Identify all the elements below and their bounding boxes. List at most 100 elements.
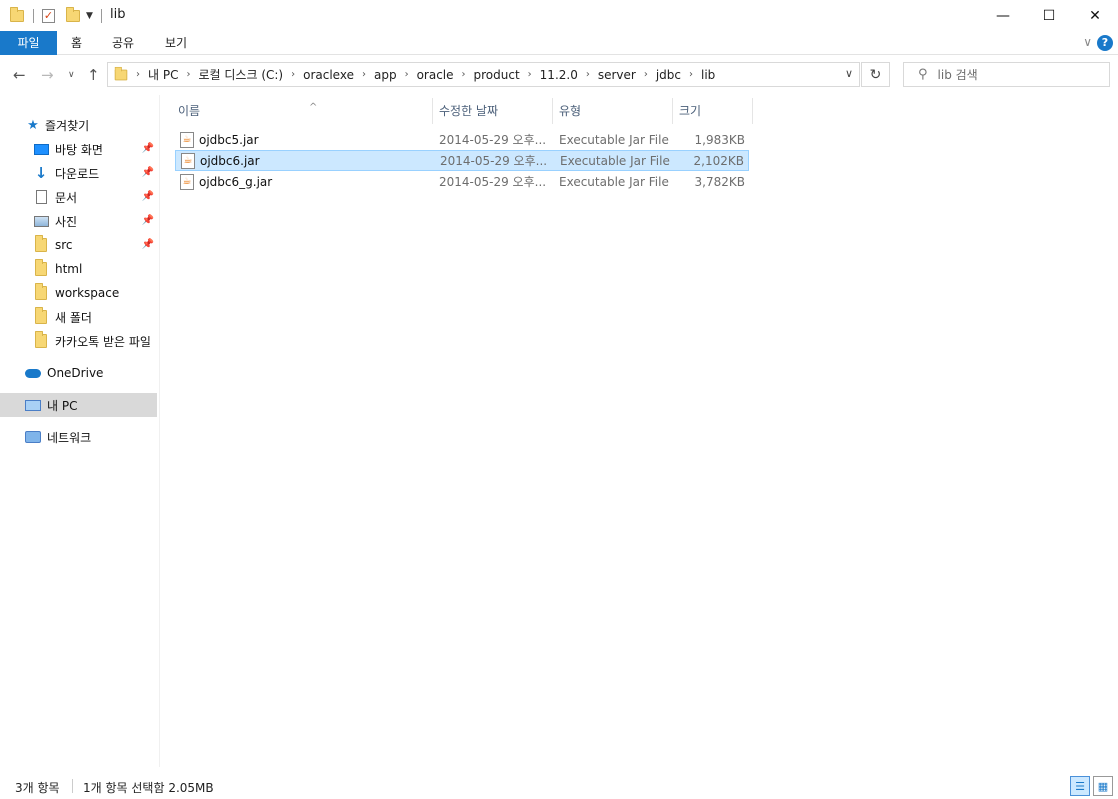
breadcrumb-separator[interactable]: ›	[291, 69, 295, 80]
forward-arrow-icon[interactable]: →	[41, 66, 54, 84]
search-input[interactable]	[937, 67, 1098, 82]
file-name: ojdbc5.jar	[199, 132, 259, 147]
column-header-label: 수정한 날짜	[439, 104, 499, 118]
breadcrumb-server[interactable]: server	[598, 68, 636, 82]
back-arrow-icon[interactable]: ←	[13, 66, 26, 84]
sidebar-item-label: 문서	[55, 190, 78, 205]
folder-icon	[33, 259, 49, 276]
sidebar-item-label: 바탕 화면	[55, 142, 103, 157]
breadcrumb-jdbc[interactable]: jdbc	[656, 68, 681, 82]
ribbon-expand-icon[interactable]: ∨	[1083, 35, 1092, 49]
breadcrumb-separator[interactable]: ›	[362, 69, 366, 80]
sidebar-item-label: 즐겨찾기	[45, 118, 90, 133]
file-size: 2,102KB	[693, 153, 744, 168]
breadcrumb-product[interactable]: product	[474, 68, 520, 82]
column-header-label: 이름	[178, 104, 201, 118]
pin-icon[interactable]: 📌	[142, 191, 154, 202]
breadcrumb-local-disk[interactable]: 로컬 디스크 (C:)	[198, 66, 283, 83]
sidebar-item-label: html	[55, 262, 83, 276]
column-header-type[interactable]: 유형	[553, 98, 673, 124]
refresh-button[interactable]: ↻	[861, 62, 890, 87]
quick-access-dropdown-icon[interactable]: ▼	[86, 6, 93, 26]
breadcrumb-app[interactable]: app	[374, 68, 397, 82]
sidebar-item-src[interactable]: src 📌	[0, 233, 157, 257]
pin-icon[interactable]: 📌	[142, 239, 154, 250]
file-type: Executable Jar File	[559, 132, 669, 147]
sidebar-item-downloads[interactable]: ↓ 다운로드 📌	[0, 161, 157, 185]
sidebar-item-this-pc[interactable]: 내 PC	[0, 393, 157, 417]
file-date: 2014-05-29 오후...	[439, 133, 547, 147]
status-bar: 3개 항목 1개 항목 선택함 2.05MB ☰ ▦	[0, 774, 1118, 799]
breadcrumb-separator[interactable]: ›	[528, 69, 532, 80]
maximize-button[interactable]: ☐	[1026, 0, 1072, 31]
sidebar-item-onedrive[interactable]: OneDrive	[0, 361, 157, 385]
tab-file[interactable]: 파일	[0, 31, 57, 55]
search-box[interactable]: ⚲	[903, 62, 1110, 87]
sidebar-item-network[interactable]: 네트워크	[0, 425, 157, 449]
close-button[interactable]: ✕	[1072, 0, 1118, 31]
details-view-icon[interactable]: ☰	[1070, 776, 1090, 796]
breadcrumb-separator[interactable]: ›	[136, 69, 140, 80]
sidebar-item-kakaotalk[interactable]: 카카오톡 받은 파일	[0, 329, 157, 353]
search-icon: ⚲	[918, 67, 928, 82]
breadcrumb-oracle[interactable]: oracle	[417, 68, 454, 82]
sidebar-item-workspace[interactable]: workspace	[0, 281, 157, 305]
tab-home[interactable]: 홈	[71, 31, 82, 55]
breadcrumb-lib[interactable]: lib	[701, 68, 715, 82]
navigation-pane: ★ 즐겨찾기 바탕 화면 📌 ↓ 다운로드 📌 문서 📌 사진 📌 src 📌 …	[0, 95, 160, 767]
breadcrumb-oraclexe[interactable]: oraclexe	[303, 68, 354, 82]
sidebar-item-pictures[interactable]: 사진 📌	[0, 209, 157, 233]
breadcrumb-separator[interactable]: ›	[586, 69, 590, 80]
window-title: lib	[110, 7, 126, 22]
column-header-label: 유형	[559, 104, 582, 118]
breadcrumb-version[interactable]: 11.2.0	[540, 68, 578, 82]
column-header-size[interactable]: 크기	[673, 98, 753, 124]
table-row[interactable]: ☕ ojdbc6_g.jar 2014-05-29 오후... Executab…	[175, 171, 749, 192]
pin-icon[interactable]: 📌	[142, 143, 154, 154]
address-dropdown-icon[interactable]: ∨	[845, 67, 853, 80]
computer-icon	[25, 398, 41, 412]
table-row[interactable]: ☕ ojdbc5.jar 2014-05-29 오후... Executable…	[175, 129, 749, 150]
properties-icon[interactable]: ✓	[42, 6, 55, 26]
new-folder-icon[interactable]	[66, 6, 80, 26]
file-name: ojdbc6.jar	[200, 153, 260, 168]
large-icons-view-icon[interactable]: ▦	[1093, 776, 1113, 796]
pin-icon[interactable]: 📌	[142, 167, 154, 178]
sidebar-item-documents[interactable]: 문서 📌	[0, 185, 157, 209]
sidebar-item-label: 다운로드	[55, 166, 100, 181]
address-bar[interactable]: › 내 PC › 로컬 디스크 (C:) › oraclexe › app › …	[107, 62, 860, 87]
sidebar-item-desktop[interactable]: 바탕 화면 📌	[0, 137, 157, 161]
download-icon: ↓	[34, 164, 48, 182]
file-name-cell: ☕ ojdbc6.jar	[181, 152, 260, 169]
sidebar-item-label: 네트워크	[47, 430, 92, 445]
navigation-bar: ← → ∨ ↑ › 내 PC › 로컬 디스크 (C:) › oraclexe …	[0, 55, 1118, 95]
tab-share[interactable]: 공유	[112, 31, 134, 55]
breadcrumb-separator[interactable]: ›	[405, 69, 409, 80]
file-name: ojdbc6_g.jar	[199, 174, 273, 189]
file-type: Executable Jar File	[559, 174, 669, 189]
help-icon[interactable]: ?	[1097, 35, 1113, 51]
sidebar-item-new-folder[interactable]: 새 폴더	[0, 305, 157, 329]
breadcrumb-separator[interactable]: ›	[689, 69, 693, 80]
separator	[33, 6, 34, 26]
column-header-name[interactable]: ^ 이름	[172, 98, 433, 124]
pin-icon[interactable]: 📌	[142, 215, 154, 226]
java-jar-icon: ☕	[180, 131, 194, 148]
table-row-selected[interactable]: ☕ ojdbc6.jar 2014-05-29 오후... Executable…	[175, 150, 749, 171]
tab-view[interactable]: 보기	[165, 31, 187, 55]
recent-locations-icon[interactable]: ∨	[68, 70, 75, 80]
sidebar-item-html[interactable]: html	[0, 257, 157, 281]
up-arrow-icon[interactable]: ↑	[87, 66, 100, 84]
java-jar-icon: ☕	[180, 173, 194, 190]
ribbon-tabs: 파일 홈 공유 보기 ∨ ?	[0, 31, 1118, 55]
folder-icon	[33, 331, 49, 348]
column-header-date[interactable]: 수정한 날짜	[433, 98, 553, 124]
breadcrumb-this-pc[interactable]: 내 PC	[148, 66, 178, 83]
sidebar-item-quick-access[interactable]: ★ 즐겨찾기	[0, 113, 157, 137]
minimize-button[interactable]: —	[980, 0, 1026, 31]
breadcrumb-separator[interactable]: ›	[462, 69, 466, 80]
breadcrumb-separator[interactable]: ›	[186, 69, 190, 80]
breadcrumb-separator[interactable]: ›	[644, 69, 648, 80]
star-icon: ★	[27, 117, 39, 133]
column-header-label: 크기	[679, 104, 702, 118]
